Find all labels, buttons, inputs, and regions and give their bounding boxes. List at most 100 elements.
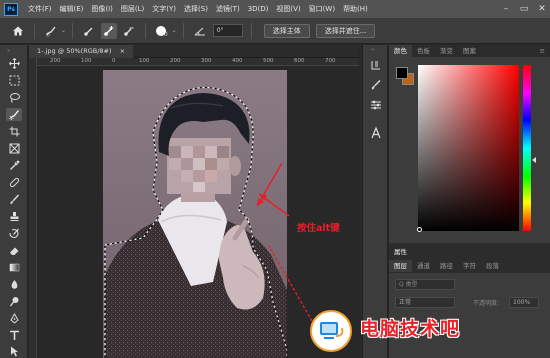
layer-filter-input[interactable]: Q 类型 [395,279,455,290]
horizontal-ruler: 200 100 0 100 200 300 400 500 600 700 [37,58,359,66]
type-tool-icon[interactable] [6,329,22,342]
menu-file[interactable]: 文件(F) [24,4,56,14]
adjustments-icon[interactable] [368,97,384,113]
menu-filter[interactable]: 滤镜(T) [212,4,244,14]
tab-swatches[interactable]: 色板 [412,45,435,57]
quick-select-brush-icon[interactable] [43,23,59,39]
hue-slider-handle[interactable] [532,157,536,163]
menu-image[interactable]: 图像(I) [87,4,117,14]
ruler-label: 600 [294,58,305,64]
app-logo: Ps [4,2,18,16]
separator [182,22,184,39]
collapse-chevron-icon[interactable]: » [7,48,10,54]
new-selection-icon[interactable] [81,23,97,39]
ruler-label: 100 [139,58,150,64]
collapse-chevron-icon[interactable]: « [371,47,374,53]
brush-size-value: 30 [160,31,168,38]
tab-paragraph[interactable]: 段落 [481,260,504,272]
menu-3d[interactable]: 3D(D) [244,5,273,13]
tab-patterns[interactable]: 图案 [458,45,481,57]
foreground-color-swatch[interactable] [396,67,408,79]
crop-tool-icon[interactable] [6,125,22,138]
opacity-label: 不透明度: [473,300,500,307]
properties-panel-header[interactable]: 属性 [389,247,550,257]
hue-slider[interactable] [523,65,531,231]
select-subject-button[interactable]: 选择主体 [263,23,310,38]
watermark-text: 电脑技术吧 [360,318,461,340]
color-picker-field[interactable] [418,65,519,231]
layers-panel-tabs: 图层 通道 路径 字符 段落 [389,260,550,272]
vertical-ruler [29,58,37,358]
marquee-tool-icon[interactable] [6,74,22,87]
menu-help[interactable]: 帮助(H) [339,4,372,14]
select-and-mask-button[interactable]: 选择并遮住... [315,23,376,38]
home-icon[interactable] [8,21,28,41]
separator [72,22,74,39]
history-brush-tool-icon[interactable] [6,227,22,240]
opacity-input[interactable]: 100% [509,297,539,308]
chevron-down-icon[interactable]: ⌄ [61,27,66,34]
pen-tool-icon[interactable] [6,312,22,325]
chevron-down-icon[interactable]: ⌄ [172,27,177,34]
menu-layer[interactable]: 图层(L) [117,4,148,14]
separator [145,22,147,39]
menu-select[interactable]: 选择(S) [180,4,212,14]
tab-gradients[interactable]: 渐变 [435,45,458,57]
brush-settings-icon[interactable] [368,77,384,93]
panel-dock: « [362,45,388,358]
eyedropper-tool-icon[interactable] [6,159,22,172]
annotation-label: 按住alt键 [297,223,340,234]
tab-color[interactable]: 颜色 [389,45,412,57]
close-tab-icon[interactable]: × [120,47,125,55]
frame-tool-icon[interactable] [6,142,22,155]
eraser-tool-icon[interactable] [6,244,22,257]
path-selection-tool-icon[interactable] [6,345,22,358]
menu-bar: Ps 文件(F) 编辑(E) 图像(I) 图层(L) 文字(Y) 选择(S) 滤… [0,0,550,18]
character-panel-icon[interactable] [368,125,384,141]
canvas-area[interactable] [37,66,359,358]
ruler-label: 400 [232,58,243,64]
color-panel-tabs: 颜色 色板 渐变 图案 ≡ [389,45,550,57]
tab-channels[interactable]: 通道 [412,260,435,272]
options-bar: ⌄ 30 ⌄ 0° 选择主体 选择并遮住... [0,18,550,44]
close-button[interactable]: ✕ [536,3,548,15]
annotation-arrows [256,162,313,322]
brush-tool-icon[interactable] [6,193,22,206]
color-picker-cursor[interactable] [417,227,422,232]
dodge-tool-icon[interactable] [6,295,22,308]
add-selection-icon[interactable] [101,22,118,39]
tab-paths[interactable]: 路径 [435,260,458,272]
quick-selection-tool-icon[interactable] [6,108,22,121]
tab-character[interactable]: 字符 [458,260,481,272]
ruler-label: 200 [170,58,181,64]
stamp-tool-icon[interactable] [6,210,22,223]
menu-window[interactable]: 窗口(W) [305,4,339,14]
tab-layers[interactable]: 图层 [389,260,412,272]
subtract-selection-icon[interactable] [121,23,137,39]
lasso-tool-icon[interactable] [6,91,22,104]
angle-icon [192,23,208,39]
color-panel [389,57,550,243]
blur-tool-icon[interactable] [6,278,22,291]
document-tab-title: 1-.jpg @ 50%(RGB/8#) [37,47,112,55]
ruler-label: 100 [81,58,92,64]
maximize-button[interactable]: ▭ [518,3,530,15]
panel-menu-icon[interactable]: ≡ [535,45,550,57]
menu-type[interactable]: 文字(Y) [148,4,180,14]
gradient-tool-icon[interactable] [6,261,22,274]
separator [34,22,35,39]
watermark-logo [310,310,352,352]
ruler-label: 700 [325,58,336,64]
healing-brush-tool-icon[interactable] [6,176,22,189]
document-tab[interactable]: 1-.jpg @ 50%(RGB/8#) × [29,45,134,58]
right-panels: 颜色 色板 渐变 图案 ≡ 属性 图层 通道 路径 字符 段落 Q 类型 正常 … [389,45,550,358]
tools-panel: » [0,45,28,358]
menu-view[interactable]: 视图(V) [272,4,304,14]
angle-input[interactable]: 0° [212,24,243,37]
blend-mode-select[interactable]: 正常 [395,297,455,308]
history-panel-icon[interactable] [368,57,384,73]
move-tool-icon[interactable] [6,57,22,70]
menu-edit[interactable]: 编辑(E) [56,4,88,14]
minimize-button[interactable]: – [500,3,512,15]
ruler-label: 500 [263,58,274,64]
